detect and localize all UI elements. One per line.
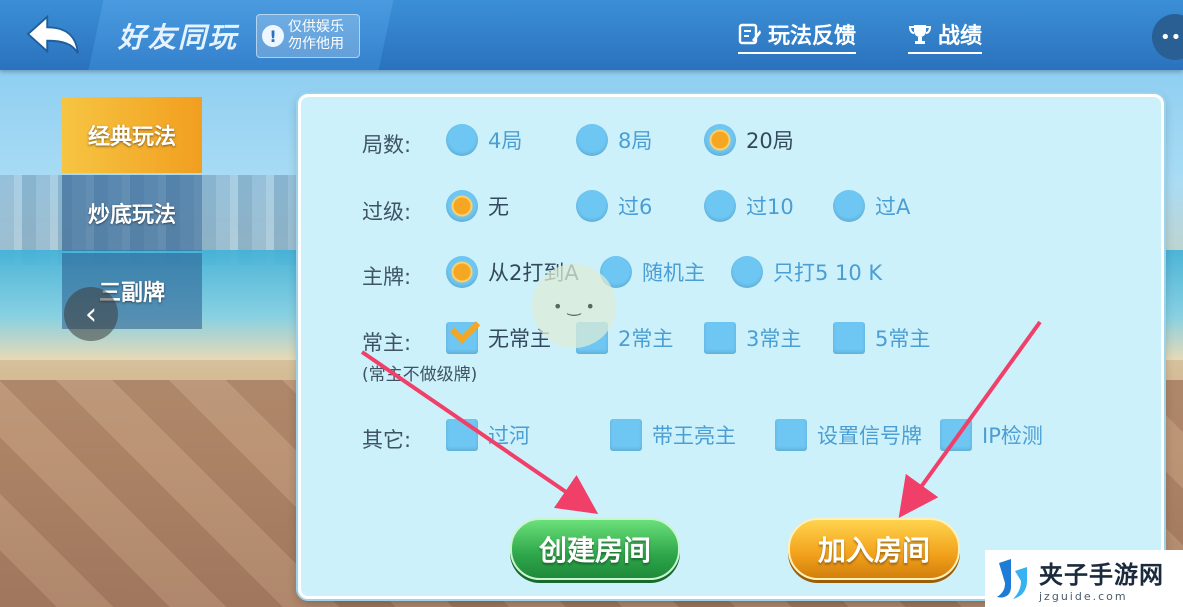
join-room-button[interactable]: 加入房间: [788, 518, 960, 580]
constant-main-option-5[interactable]: 5常主: [833, 322, 930, 354]
radio-selected-icon: [704, 124, 736, 156]
radio-icon: [576, 190, 608, 222]
notice-line-2: 勿作他用: [288, 36, 344, 52]
others-option-signal-card[interactable]: 设置信号牌: [775, 419, 922, 451]
more-button[interactable]: ••: [1152, 14, 1183, 60]
tab-chaodi[interactable]: 炒底玩法: [62, 175, 202, 251]
collapse-arrow-button[interactable]: ‹: [64, 287, 118, 341]
radio-selected-icon: [446, 190, 478, 222]
notice-line-1: 仅供娱乐: [288, 19, 344, 35]
checkbox-icon: [940, 419, 972, 451]
back-arrow-icon: [26, 14, 79, 54]
checkbox-icon: [775, 419, 807, 451]
create-room-button[interactable]: 创建房间: [510, 518, 680, 580]
site-logo-icon: [997, 558, 1027, 599]
radio-icon: [576, 124, 608, 156]
radio-icon: [704, 190, 736, 222]
checkbox-icon: [446, 419, 478, 451]
others-label: 其它:: [362, 428, 412, 452]
rounds-label: 局数:: [362, 133, 412, 157]
constant-main-option-3[interactable]: 3常主: [704, 322, 801, 354]
mascot-watermark-icon: • ‿ •: [532, 264, 616, 348]
checkbox-icon: [833, 322, 865, 354]
main-card-option-random[interactable]: 随机主: [600, 256, 705, 288]
pass-level-option-none[interactable]: 无: [446, 190, 509, 222]
rounds-option-20[interactable]: 20局: [704, 124, 794, 156]
main-card-label: 主牌:: [362, 265, 412, 289]
others-option-cross-river[interactable]: 过河: [446, 419, 530, 451]
radio-selected-icon: [446, 256, 478, 288]
radio-icon: [833, 190, 865, 222]
page-title: 好友同玩: [118, 21, 239, 54]
radio-icon: [731, 256, 763, 288]
top-bar: 好友同玩 ! 仅供娱乐 勿作他用 玩法反馈 战绩 ••: [0, 0, 1183, 70]
pass-level-label: 过级:: [362, 200, 412, 224]
warning-icon: !: [262, 25, 284, 47]
checkbox-icon: [704, 322, 736, 354]
feedback-button[interactable]: 玩法反馈: [738, 18, 857, 54]
notice-text: 仅供娱乐 勿作他用: [288, 19, 344, 53]
constant-main-option-none[interactable]: 无常主: [446, 322, 551, 354]
site-name-cn: 夹子手游网: [1039, 560, 1164, 589]
others-option-joker-trump[interactable]: 带王亮主: [610, 419, 736, 451]
checkbox-checked-icon: [446, 322, 478, 354]
pass-level-option-6[interactable]: 过6: [576, 190, 652, 222]
entertainment-notice: ! 仅供娱乐 勿作他用: [256, 14, 360, 58]
feedback-label: 玩法反馈: [768, 24, 857, 49]
rounds-option-8[interactable]: 8局: [576, 124, 652, 156]
site-name-en: jzguide.com: [1039, 589, 1128, 603]
rounds-option-4[interactable]: 4局: [446, 124, 522, 156]
record-button[interactable]: 战绩: [908, 18, 983, 54]
trophy-icon: [908, 25, 932, 44]
site-logo-watermark: 夹子手游网 jzguide.com: [985, 550, 1183, 607]
tab-classic[interactable]: 经典玩法: [62, 97, 202, 173]
record-label: 战绩: [938, 24, 983, 49]
others-option-ip-check[interactable]: IP检测: [940, 419, 1043, 451]
edit-note-icon: [738, 23, 761, 45]
radio-icon: [446, 124, 478, 156]
pass-level-option-a[interactable]: 过A: [833, 190, 910, 222]
constant-main-note: (常主不做级牌): [362, 365, 478, 385]
constant-main-label: 常主:: [362, 331, 412, 355]
main-card-option-5-10-k[interactable]: 只打5 10 K: [731, 256, 882, 288]
back-button[interactable]: [22, 10, 84, 60]
checkbox-icon: [610, 419, 642, 451]
pass-level-option-10[interactable]: 过10: [704, 190, 794, 222]
